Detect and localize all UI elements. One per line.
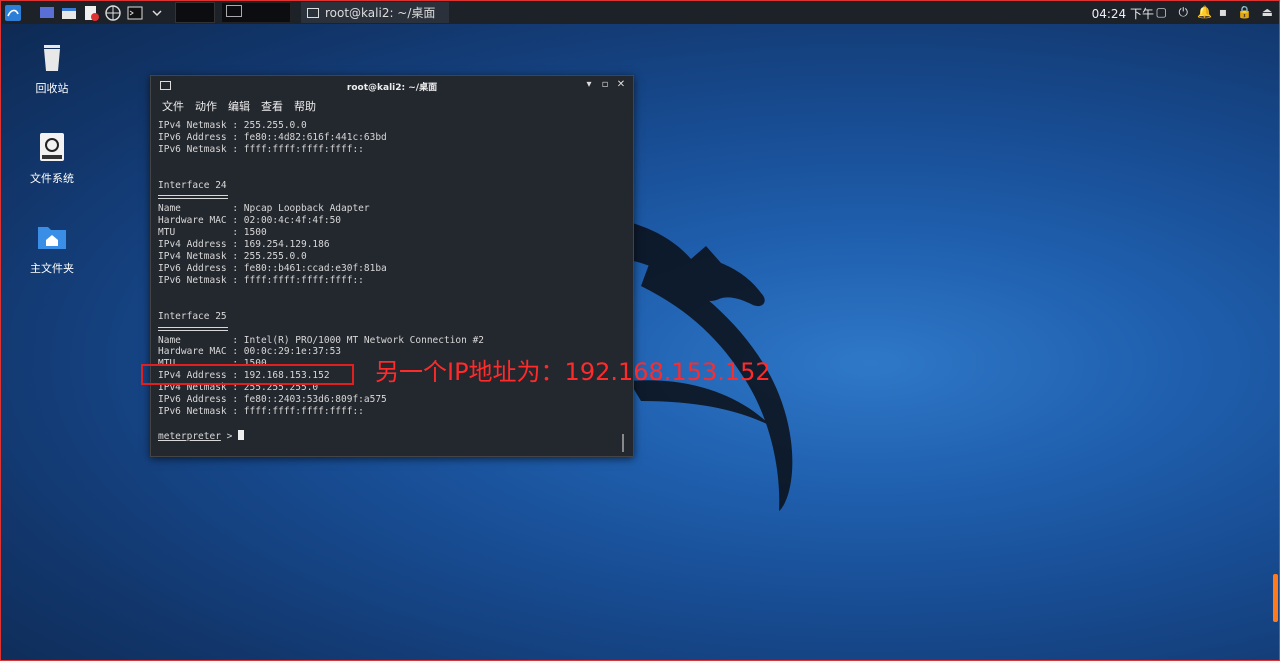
workspace-2[interactable] <box>221 2 291 23</box>
power-icon[interactable]: ⏻ <box>1179 5 1189 20</box>
taskbar-terminal-window[interactable]: root@kali2: ~/桌面 <box>301 2 449 23</box>
notification-bell-icon[interactable]: 🔔 <box>1197 5 1212 19</box>
terminal-icon <box>127 6 143 19</box>
volume-icon[interactable]: ▪ <box>1219 5 1227 19</box>
maximize-icon[interactable]: ▫ <box>599 79 611 91</box>
desktop-icon-label: 文件系统 <box>30 172 74 185</box>
terminal-line: Interface 24 <box>158 179 227 191</box>
annotation-text: 另一个IP地址为：192.168.153.152 <box>375 358 771 386</box>
section-underline <box>158 323 228 335</box>
terminal-line: IPv4 Netmask : 255.255.0.0 <box>158 251 307 263</box>
display-icon[interactable]: ▢ <box>1156 5 1167 19</box>
prompt-suffix: > <box>220 430 239 442</box>
launcher-dropdown-button[interactable] <box>147 3 167 23</box>
folder-icon <box>62 7 76 19</box>
terminal-line: Hardware MAC : 02:00:4c:4f:4f:50 <box>158 215 342 227</box>
terminal-line: IPv6 Netmask : ffff:ffff:ffff:ffff:: <box>158 405 364 417</box>
trash-icon <box>44 45 60 71</box>
terminal-line: Name : Intel(R) PRO/1000 MT Network Conn… <box>158 334 485 346</box>
logout-icon[interactable]: ⏏ <box>1262 5 1273 19</box>
clock[interactable]: 04:24 下午 <box>1092 5 1154 22</box>
section-underline <box>158 191 228 203</box>
drive-icon <box>40 133 64 161</box>
file-manager-launcher[interactable] <box>59 3 79 23</box>
menu-help[interactable]: 帮助 <box>294 98 316 114</box>
kali-logo-icon <box>5 4 21 21</box>
screen-edge-scroll-indicator <box>1273 574 1278 622</box>
prompt-name: meterpreter <box>158 430 221 442</box>
terminal-line: Interface 25 <box>158 310 227 322</box>
text-editor-icon <box>85 5 99 21</box>
desktop-icon-home[interactable]: 主文件夹 <box>12 221 92 276</box>
home-folder-icon <box>38 227 66 249</box>
desktop-icon-label: 主文件夹 <box>30 262 74 275</box>
terminal-scrollbar[interactable] <box>622 434 624 452</box>
terminal-line: IPv6 Address : fe80::2403:53d6:809f:a575 <box>158 394 387 406</box>
text-cursor <box>238 429 245 440</box>
terminal-line: IPv4 Netmask : 255.255.0.0 <box>158 120 307 131</box>
terminal-line: MTU : 1500 <box>158 227 267 239</box>
window-thumbnail <box>226 5 242 17</box>
terminal-icon <box>307 7 319 18</box>
highlight-box <box>141 364 354 385</box>
terminal-icon <box>160 81 171 90</box>
top-panel: root@kali2: ~/桌面 04:24 下午 ▢ ⏻ 🔔 ▪ 🔒 ⏏ <box>1 1 1279 24</box>
globe-icon <box>105 4 121 21</box>
terminal-line: IPv4 Address : 169.254.129.186 <box>158 239 330 251</box>
desktop-icon-trash[interactable]: 回收站 <box>12 41 92 96</box>
desktop-icon-filesystem[interactable]: 文件系统 <box>12 131 92 186</box>
menu-file[interactable]: 文件 <box>162 98 184 114</box>
terminal-line: Name : Npcap Loopback Adapter <box>158 203 370 215</box>
terminal-prompt-line[interactable]: meterpreter > <box>158 429 633 443</box>
terminal-output[interactable]: IPv4 Netmask : 255.255.0.0 IPv6 Address :… <box>151 116 633 443</box>
terminal-launcher[interactable] <box>125 3 145 23</box>
close-icon[interactable]: ✕ <box>615 79 627 91</box>
menu-view[interactable]: 查看 <box>261 98 283 114</box>
terminal-line: IPv6 Netmask : ffff:ffff:ffff:ffff:: <box>158 274 364 286</box>
workspace-1[interactable] <box>175 2 215 23</box>
terminal-title: root@kali2: ~/桌面 <box>346 82 438 93</box>
text-editor-launcher[interactable] <box>81 3 101 23</box>
minimize-icon[interactable]: ▾ <box>583 79 595 91</box>
terminal-line: IPv6 Address : fe80::4d82:616f:441c:63bd <box>158 131 387 143</box>
taskbar-window-title: root@kali2: ~/桌面 <box>325 6 436 20</box>
chevron-down-icon <box>152 9 162 16</box>
desktop-icon-label: 回收站 <box>35 82 69 95</box>
lock-screen-icon[interactable]: 🔒 <box>1237 5 1252 19</box>
terminal-menubar: 文件 动作 编辑 查看 帮助 <box>151 96 633 116</box>
show-desktop-button[interactable] <box>37 3 57 23</box>
terminal-titlebar[interactable]: root@kali2: ~/桌面 ▾ ▫ ✕ <box>151 76 633 96</box>
terminal-line: IPv6 Netmask : ffff:ffff:ffff:ffff:: <box>158 143 364 155</box>
terminal-line: IPv6 Address : fe80::b461:ccad:e30f:81ba <box>158 262 387 274</box>
menu-action[interactable]: 动作 <box>195 98 217 114</box>
browser-launcher[interactable] <box>103 3 123 23</box>
desktop-icon <box>40 6 54 18</box>
kali-menu-button[interactable] <box>3 3 23 23</box>
terminal-window[interactable]: root@kali2: ~/桌面 ▾ ▫ ✕ 文件 动作 编辑 查看 帮助 IP… <box>150 75 634 457</box>
menu-edit[interactable]: 编辑 <box>228 98 250 114</box>
